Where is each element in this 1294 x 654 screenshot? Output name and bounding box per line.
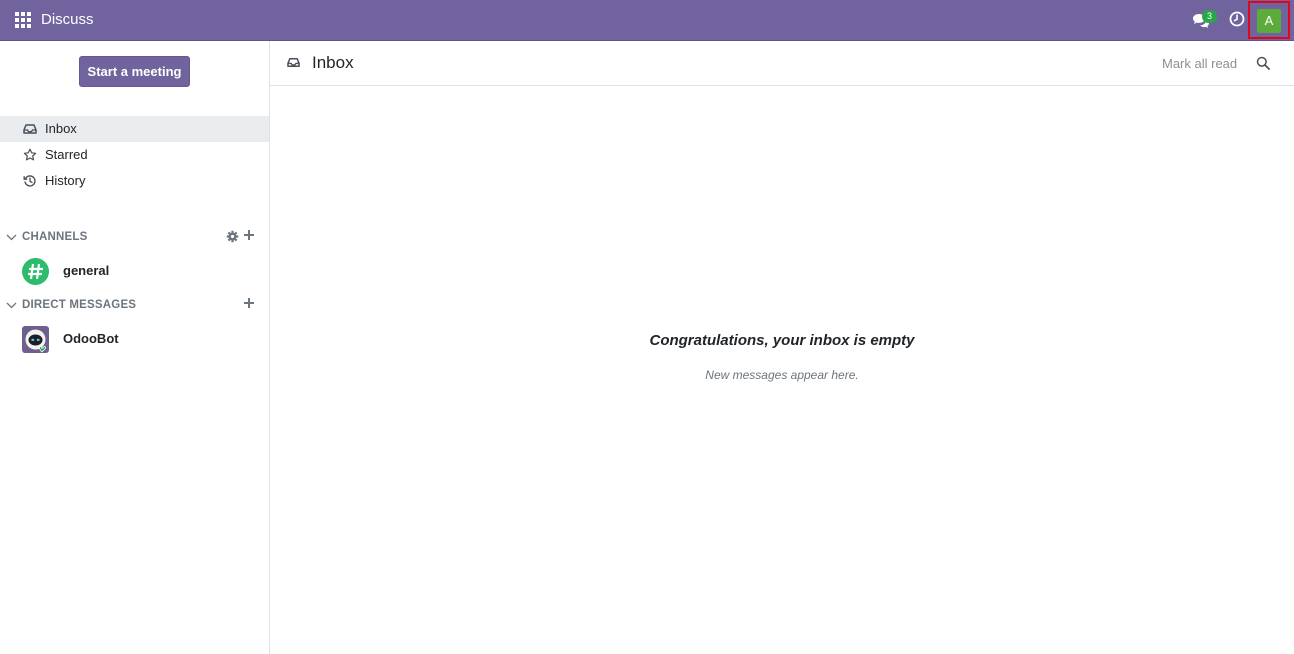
history-icon bbox=[23, 175, 36, 187]
chevron-down-icon[interactable] bbox=[6, 300, 17, 311]
unread-count-badge: 3 bbox=[1202, 10, 1217, 23]
messaging-menu-button[interactable]: 3 bbox=[1192, 10, 1220, 32]
apps-menu-icon[interactable] bbox=[15, 12, 31, 28]
sidebar-item-label: History bbox=[45, 173, 86, 188]
category-direct-messages: DIRECT MESSAGES bbox=[0, 296, 269, 316]
sidebar-item-starred[interactable]: Starred bbox=[0, 142, 269, 168]
top-navbar: Discuss 3 A bbox=[0, 0, 1294, 41]
channel-item-general[interactable]: general bbox=[0, 254, 269, 288]
inbox-icon bbox=[287, 58, 300, 67]
add-chat-icon[interactable] bbox=[243, 297, 255, 309]
category-channels: CHANNELS bbox=[0, 228, 269, 248]
sidebar-item-inbox[interactable]: Inbox bbox=[0, 116, 269, 142]
app-name[interactable]: Discuss bbox=[41, 11, 94, 28]
add-channel-icon[interactable] bbox=[243, 229, 255, 241]
chat-item-odoobot[interactable]: OdooBot bbox=[0, 322, 269, 356]
mark-all-read-button[interactable]: Mark all read bbox=[1162, 56, 1237, 71]
sidebar-item-label: Starred bbox=[45, 147, 88, 162]
category-title[interactable]: DIRECT MESSAGES bbox=[22, 299, 136, 311]
thread-name: OdooBot bbox=[63, 331, 119, 346]
activity-menu-button[interactable] bbox=[1229, 11, 1247, 29]
user-avatar[interactable]: A bbox=[1257, 9, 1281, 33]
discuss-sidebar: Start a meeting Inbox Starred History CH… bbox=[0, 41, 270, 654]
thread-header: Inbox Mark all read bbox=[270, 41, 1294, 86]
search-icon[interactable] bbox=[1256, 56, 1270, 70]
thread-name: general bbox=[63, 263, 110, 278]
empty-state-title: Congratulations, your inbox is empty bbox=[649, 332, 915, 349]
category-title[interactable]: CHANNELS bbox=[22, 231, 88, 243]
odoobot-avatar bbox=[22, 326, 49, 353]
star-icon bbox=[23, 148, 37, 161]
inbox-icon bbox=[23, 124, 37, 134]
clock-icon bbox=[1229, 11, 1245, 27]
page-title: Inbox bbox=[312, 53, 354, 72]
start-meeting-button[interactable]: Start a meeting bbox=[79, 56, 190, 87]
empty-state-subtitle: New messages appear here. bbox=[705, 368, 859, 382]
thread-view: Inbox Mark all read Congratulations, you… bbox=[270, 41, 1294, 654]
chevron-down-icon[interactable] bbox=[6, 232, 17, 243]
gear-icon[interactable] bbox=[226, 230, 239, 243]
sidebar-item-history[interactable]: History bbox=[0, 168, 269, 194]
sidebar-item-label: Inbox bbox=[45, 121, 77, 136]
user-menu-highlight: A bbox=[1248, 1, 1290, 39]
hashtag-icon bbox=[22, 258, 49, 285]
